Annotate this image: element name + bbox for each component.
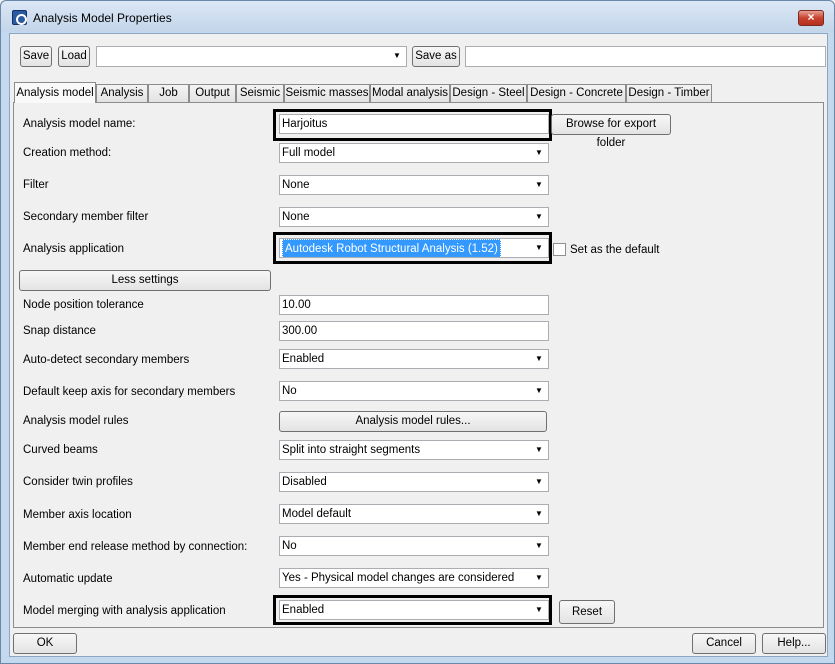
creation-method-value: Full model: [282, 147, 336, 159]
chevron-down-icon: ▼: [535, 148, 543, 157]
reset-button[interactable]: Reset: [559, 600, 615, 624]
auto-detect-value: Enabled: [282, 353, 325, 365]
model-name-label: Analysis model name:: [23, 118, 136, 130]
browse-export-folder-button[interactable]: Browse for export folder: [551, 114, 671, 149]
tab-design-steel[interactable]: Design - Steel: [450, 84, 527, 102]
keep-axis-value: No: [282, 385, 297, 397]
curved-beams-label: Curved beams: [23, 444, 98, 456]
end-release-dropdown[interactable]: No ▼: [279, 536, 549, 556]
model-rules-label: Analysis model rules: [23, 415, 129, 427]
chevron-down-icon: ▼: [393, 51, 401, 60]
axis-location-value: Model default: [282, 508, 352, 520]
analysis-model-panel: Analysis model name: Harjoitus Browse fo…: [13, 102, 824, 628]
model-merging-label: Model merging with analysis application: [23, 605, 226, 617]
ok-button[interactable]: OK: [13, 633, 77, 654]
title-bar[interactable]: Analysis Model Properties ×: [1, 1, 834, 32]
filter-label: Filter: [23, 179, 49, 191]
dialog-client: Save Load ▼ Save as Analysis model Analy…: [9, 33, 828, 657]
filter-dropdown[interactable]: None ▼: [279, 175, 549, 195]
chevron-down-icon: ▼: [535, 354, 543, 363]
cancel-button[interactable]: Cancel: [692, 633, 756, 654]
close-button[interactable]: ×: [798, 10, 824, 26]
chevron-down-icon: ▼: [535, 445, 543, 454]
twin-profiles-label: Consider twin profiles: [23, 476, 133, 488]
chevron-down-icon: ▼: [535, 180, 543, 189]
creation-method-dropdown[interactable]: Full model ▼: [279, 143, 549, 163]
curved-beams-dropdown[interactable]: Split into straight segments ▼: [279, 440, 549, 460]
chevron-down-icon: ▼: [535, 212, 543, 221]
analysis-app-value: Autodesk Robot Structural Analysis (1.52…: [282, 239, 501, 257]
less-settings-button[interactable]: Less settings: [19, 270, 271, 291]
node-tolerance-input[interactable]: 10.00: [279, 295, 549, 315]
twin-profiles-value: Disabled: [282, 476, 327, 488]
axis-location-label: Member axis location: [23, 509, 132, 521]
tab-analysis-model[interactable]: Analysis model: [14, 82, 96, 103]
secondary-filter-dropdown[interactable]: None ▼: [279, 207, 549, 227]
creation-method-label: Creation method:: [23, 147, 112, 159]
end-release-value: No: [282, 540, 297, 552]
tab-output[interactable]: Output: [189, 84, 236, 102]
snap-distance-input[interactable]: 300.00: [279, 321, 549, 341]
filter-value: None: [282, 179, 310, 191]
auto-update-dropdown[interactable]: Yes - Physical model changes are conside…: [279, 568, 549, 588]
tab-analysis[interactable]: Analysis: [96, 84, 148, 102]
model-name-input[interactable]: Harjoitus: [279, 114, 549, 134]
auto-detect-dropdown[interactable]: Enabled ▼: [279, 349, 549, 369]
chevron-down-icon: ▼: [535, 509, 543, 518]
chevron-down-icon: ▼: [535, 386, 543, 395]
auto-update-label: Automatic update: [23, 573, 113, 585]
save-as-input[interactable]: [465, 46, 826, 67]
set-default-checkbox[interactable]: [553, 243, 566, 256]
axis-location-dropdown[interactable]: Model default ▼: [279, 504, 549, 524]
analysis-model-rules-button[interactable]: Analysis model rules...: [279, 411, 547, 432]
keep-axis-label: Default keep axis for secondary members: [23, 386, 236, 398]
keep-axis-dropdown[interactable]: No ▼: [279, 381, 549, 401]
model-merging-value: Enabled: [282, 604, 325, 616]
curved-beams-value: Split into straight segments: [282, 444, 421, 456]
node-tolerance-label: Node position tolerance: [23, 299, 144, 311]
chevron-down-icon: ▼: [535, 573, 543, 582]
snap-distance-label: Snap distance: [23, 325, 96, 337]
end-release-label: Member end release method by connection:: [23, 541, 248, 553]
chevron-down-icon: ▼: [535, 541, 543, 550]
secondary-filter-label: Secondary member filter: [23, 211, 149, 223]
help-button[interactable]: Help...: [762, 633, 826, 654]
twin-profiles-dropdown[interactable]: Disabled ▼: [279, 472, 549, 492]
chevron-down-icon: ▼: [535, 605, 543, 614]
analysis-app-dropdown[interactable]: Autodesk Robot Structural Analysis (1.52…: [279, 238, 549, 258]
set-default-label: Set as the default: [570, 244, 660, 256]
secondary-filter-value: None: [282, 211, 310, 223]
auto-detect-label: Auto-detect secondary members: [23, 354, 190, 366]
tab-design-concrete[interactable]: Design - Concrete: [527, 84, 626, 102]
chevron-down-icon: ▼: [535, 477, 543, 486]
settings-dropdown[interactable]: ▼: [96, 46, 407, 67]
auto-update-value: Yes - Physical model changes are conside…: [282, 572, 515, 584]
analysis-app-label: Analysis application: [23, 243, 125, 255]
tab-seismic-masses[interactable]: Seismic masses: [284, 84, 370, 102]
save-as-button[interactable]: Save as: [412, 46, 460, 67]
save-button[interactable]: Save: [20, 46, 52, 67]
analysis-model-properties-window: Analysis Model Properties × Save Load ▼ …: [0, 0, 835, 664]
chevron-down-icon: ▼: [535, 243, 543, 252]
tab-job[interactable]: Job: [148, 84, 189, 102]
model-merging-dropdown[interactable]: Enabled ▼: [279, 600, 549, 620]
app-icon: [12, 10, 27, 25]
tab-modal-analysis[interactable]: Modal analysis: [370, 84, 450, 102]
tab-design-timber[interactable]: Design - Timber: [626, 84, 712, 102]
tab-seismic[interactable]: Seismic: [236, 84, 284, 102]
load-button[interactable]: Load: [58, 46, 90, 67]
window-title: Analysis Model Properties: [33, 11, 172, 25]
